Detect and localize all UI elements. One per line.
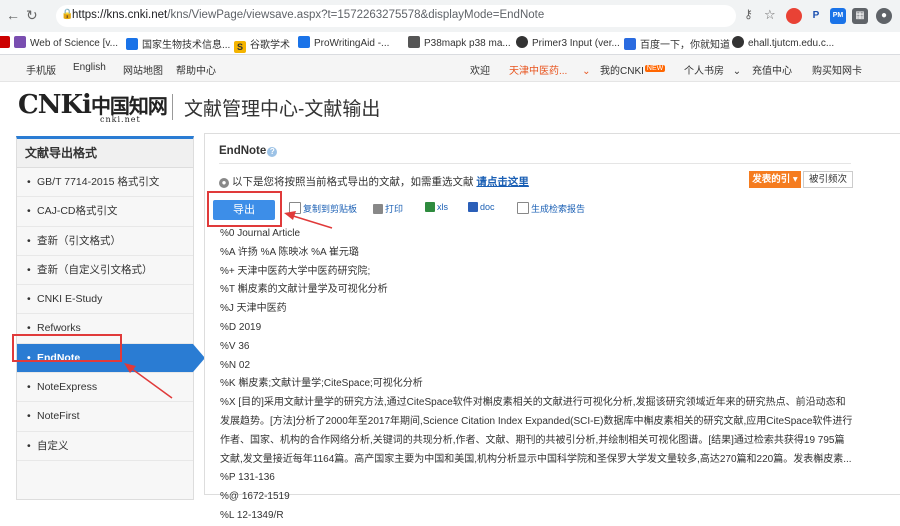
format-custom[interactable]: • 自定义 [17, 432, 193, 461]
citation-count-button[interactable]: 被引频次 [803, 171, 853, 188]
notice: ● 以下是您将按照当前格式导出的文献，如需重选文献 请点击这里 [219, 174, 529, 189]
topnav-welcome: 欢迎 [470, 66, 490, 77]
output-line: %0 Journal Article [220, 228, 301, 239]
format-notefirst[interactable]: • NoteFirst [17, 402, 193, 432]
format-novelty-citation[interactable]: • 查新（引文格式） [17, 227, 193, 256]
bookmark-item[interactable]: 国家生物技术信息... [126, 36, 230, 51]
output-line: %X [目的]采用文献计量学的研究方法,通过CiteSpace软件对槲皮素相关的… [220, 397, 846, 409]
browser-toolbar: ← ↻ 🔒 https://kns.cnki.net/kns/ViewPage/… [0, 0, 900, 32]
bookmark-icon [408, 36, 420, 48]
cnki-logo[interactable]: CNKi中国知网 cnki.net [18, 90, 168, 124]
output-line: 文献,发文量接近每年1164篇。高产国家主要为中国和美国,机构分析显示中国科学院… [220, 453, 852, 465]
format-gbt-7714[interactable]: • GB/T 7714-2015 格式引文 [17, 168, 193, 198]
bookmark-icon [516, 36, 528, 48]
print-button[interactable]: 打印 [373, 202, 403, 215]
star-icon[interactable]: ☆ [764, 7, 776, 23]
bookmark-item[interactable]: Web of Science [v... [14, 36, 118, 49]
bookmark-icon [732, 36, 744, 48]
reload-icon[interactable]: ↻ [26, 7, 38, 24]
output-line: %T 槲皮素的文献计量学及可视化分析 [220, 284, 388, 296]
topnav-org[interactable]: 天津中医药... ⌄ [509, 62, 591, 77]
back-icon[interactable]: ← [6, 7, 20, 23]
excel-icon [425, 202, 435, 212]
output-line: 发展趋势。[方法]分析了2000年至2017年期间,Science Citati… [220, 415, 853, 427]
export-format-sidebar: 文献导出格式 • GB/T 7714-2015 格式引文 • CAJ-CD格式引文 … [16, 136, 205, 500]
format-cnki-estudy[interactable]: • CNKI E-Study [17, 285, 193, 315]
extension-icon[interactable] [786, 8, 802, 24]
panel-title: EndNote? [219, 145, 278, 157]
url-path: /kns/ViewPage/viewsave.aspx?t=1572263275… [167, 9, 545, 21]
key-icon[interactable]: ⚷ [744, 7, 753, 21]
format-novelty-custom[interactable]: • 查新（自定义引文格式） [17, 256, 193, 286]
bookmark-icon: S [234, 41, 246, 53]
output-line: 作者、国家、机构的合作网络分析,关键词的共现分析,作者、文献、期刊的共被引分析,… [220, 434, 845, 446]
endnote-output: %0 Journal Article %A 许扬 %A 陈映冰 %A 崔元璐 %… [220, 225, 860, 526]
topnav-mobile[interactable]: 手机版 [26, 62, 56, 77]
pm-extension-icon[interactable]: PM [830, 8, 846, 24]
topnav-recharge[interactable]: 充值中心 [752, 62, 792, 77]
bookmark-item[interactable]: Primer3 Input (ver... [516, 36, 620, 49]
puzzle-icon[interactable]: ▦ [852, 8, 868, 24]
bookmark-item[interactable]: ehall.tjutcm.edu.c... [732, 36, 834, 49]
page-title: 文献管理中心-文献输出 [184, 99, 381, 120]
output-line: %N 02 [220, 359, 251, 371]
output-line: %@ 1672-1519 [220, 491, 290, 503]
topnav-english[interactable]: English [73, 62, 106, 73]
apps-icon [0, 36, 10, 48]
bookmark-apps[interactable] [0, 36, 14, 49]
bookmark-item[interactable]: 百度一下，你就知道 [624, 36, 730, 51]
doc-button[interactable]: doc [468, 202, 495, 212]
header-divider [172, 94, 173, 120]
output-line: %A 许扬 %A 陈映冰 %A 崔元璐 [220, 246, 359, 258]
output-line: %V 36 [220, 340, 250, 352]
p-extension-icon[interactable]: P [808, 8, 824, 24]
bookmark-icon [624, 38, 636, 50]
account-icon[interactable]: ● [876, 8, 892, 24]
bookmark-item[interactable]: S 谷歌学术 [234, 36, 290, 53]
format-caj-cd[interactable]: • CAJ-CD格式引文 [17, 197, 193, 227]
output-line: %P 131-136 [220, 472, 275, 484]
url-host: https://kns.cnki.net [72, 9, 168, 21]
export-panel: EndNote? ● 以下是您将按照当前格式导出的文献，如需重选文献 请点击这里 … [204, 133, 900, 521]
topnav-buy-card[interactable]: 购买知网卡 [812, 62, 862, 77]
search-report-button[interactable]: 生成检索报告 [517, 202, 585, 215]
address-bar[interactable]: 🔒 https://kns.cnki.net/kns/ViewPage/view… [56, 5, 736, 27]
bookmarks-bar: Web of Science [v... 国家生物技术信息... S 谷歌学术 P… [0, 32, 900, 55]
new-badge: NEW [644, 65, 666, 72]
output-line: %K 槲皮素;文献计量学;CiteSpace;可视化分析 [220, 378, 423, 390]
clipboard-icon [289, 202, 301, 214]
copy-clipboard-button[interactable]: 复制到剪贴板 [289, 202, 357, 215]
word-icon [468, 202, 478, 212]
bookmark-icon [298, 36, 310, 48]
bookmark-icon [14, 36, 26, 48]
page-header: CNKi中国知网 cnki.net 文献管理中心-文献输出 [0, 82, 900, 130]
topnav-help[interactable]: 帮助中心 [176, 62, 216, 77]
report-icon [517, 202, 529, 214]
bookmark-item[interactable]: P38mapk p38 ma... [408, 36, 511, 49]
output-line: %L 12-1349/R [220, 509, 284, 521]
topnav-personal[interactable]: 个人书房 ⌄ [684, 62, 741, 77]
help-icon[interactable]: ? [267, 147, 278, 157]
info-icon: ● [219, 178, 229, 188]
format-noteexpress[interactable]: • NoteExpress [17, 373, 193, 403]
bookmark-icon [126, 38, 138, 50]
output-line: %J 天津中医药 [220, 303, 287, 315]
reselect-link[interactable]: 请点击这里 [476, 176, 529, 188]
printer-icon [373, 204, 383, 214]
output-line: %D 2019 [220, 321, 262, 333]
topnav-sitemap[interactable]: 网站地图 [123, 62, 163, 77]
published-citation-button[interactable]: 发表的引 ▾ [749, 171, 801, 188]
endnote-highlight-box [12, 334, 122, 362]
sidebar-title: 文献导出格式 [17, 139, 193, 168]
topnav-my-cnki[interactable]: 我的CNKI NEW [600, 62, 666, 77]
chevron-down-icon: ⌄ [732, 66, 742, 77]
bookmark-item[interactable]: ProWritingAid -... [298, 36, 389, 49]
output-line: %+ 天津中医药大学中医药研究院; [220, 265, 371, 277]
chevron-down-icon: ⌄ [582, 66, 591, 77]
site-top-nav: 手机版 English 网站地图 帮助中心 欢迎 天津中医药... ⌄ 我的CN… [0, 55, 900, 82]
export-highlight-box [207, 191, 282, 227]
xls-button[interactable]: xls [425, 202, 448, 212]
divider [219, 163, 851, 164]
